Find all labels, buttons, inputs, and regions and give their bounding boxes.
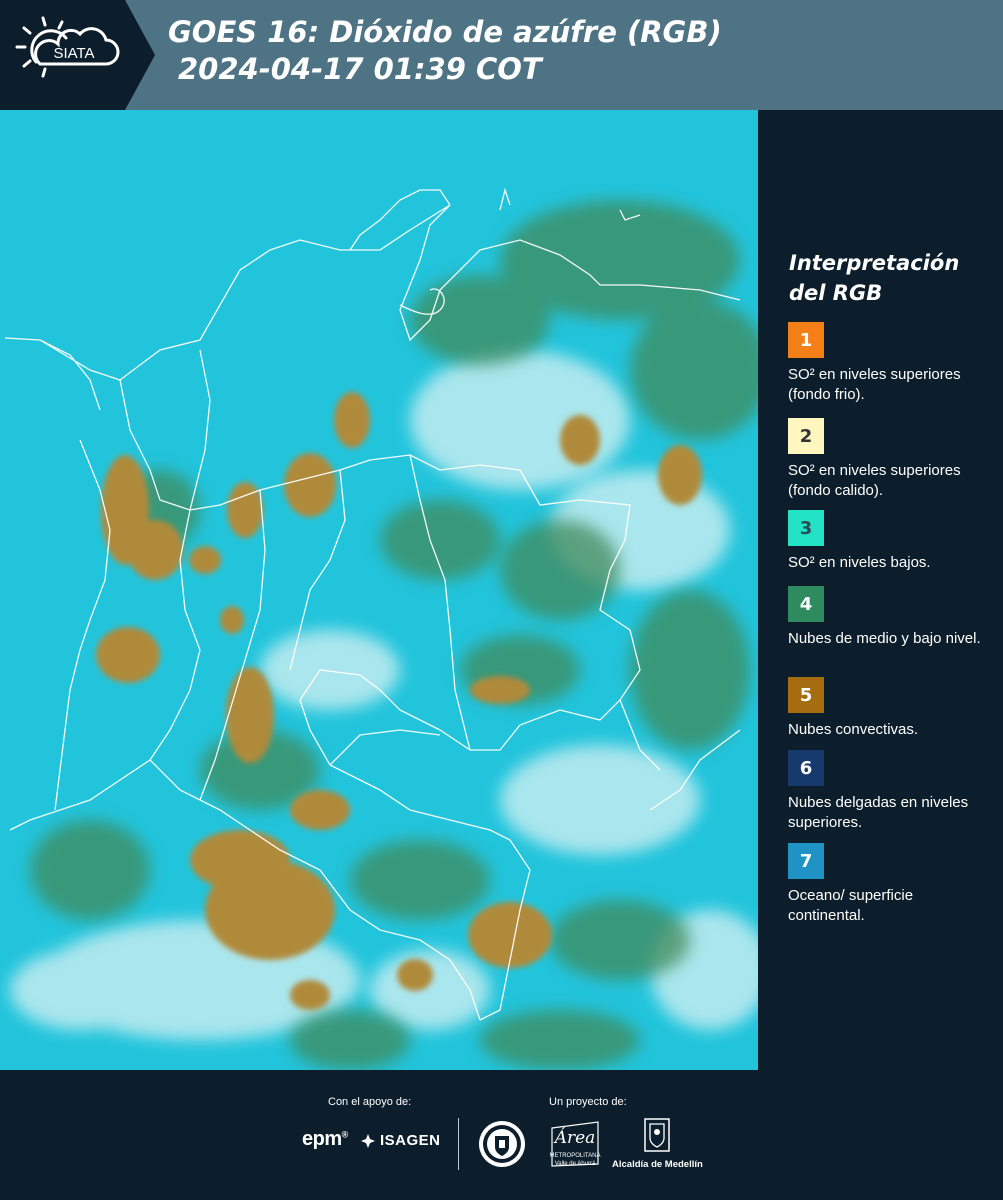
footer: Con el apoyo de: Un proyecto de: epm® IS…: [0, 1070, 1003, 1200]
legend-text-7: Oceano/ superficie continental.: [788, 887, 914, 924]
siata-sun-cloud-icon: SIATA: [15, 16, 120, 78]
legend-title: Interpretación del RGB: [789, 251, 960, 305]
alcaldia-shield-icon: [644, 1118, 670, 1152]
area-metropolitana-logo: Área METROPOLITANA Valle de Aburrá: [550, 1118, 600, 1170]
siata-logo: SIATA: [0, 0, 155, 110]
page-title: GOES 16: Dióxido de azúfre (RGB) 2024-04…: [168, 14, 722, 88]
epm-logo: epm®: [302, 1128, 348, 1150]
title-line-1: GOES 16: Dióxido de azúfre (RGB): [168, 15, 722, 49]
legend-swatch-3: 3: [788, 510, 824, 546]
legend-text-1: SO² en niveles superiores (fondo frio).: [788, 366, 961, 403]
legend-text-6: Nubes delgadas en niveles superiores.: [788, 794, 969, 831]
legend-swatch-1: 1: [788, 322, 824, 358]
legend-item-3: 3 SO² en niveles bajos.: [788, 510, 993, 573]
legend-text-4: Nubes de medio y bajo nivel.: [788, 630, 981, 647]
area-logo-sub: METROPOLITANA Valle de Aburrá: [549, 1153, 601, 1167]
legend-text-3: SO² en niveles bajos.: [788, 554, 931, 571]
header: SIATA GOES 16: Dióxido de azúfre (RGB) 2…: [0, 0, 1003, 110]
alcaldia-logo: Alcaldía de Medellín: [612, 1118, 703, 1170]
legend-swatch-7: 7: [788, 843, 824, 879]
legend-swatch-2: 2: [788, 418, 824, 454]
legend-swatch-5: 5: [788, 677, 824, 713]
legend-swatch-4: 4: [788, 586, 824, 622]
legend-item-5: 5 Nubes convectivas.: [788, 677, 993, 740]
support-label: Con el apoyo de:: [328, 1096, 412, 1108]
isagen-logo-text: ISAGEN: [380, 1132, 441, 1149]
legend-item-1: 1 SO² en niveles superiores (fondo frio)…: [788, 322, 993, 405]
legend-item-4: 4 Nubes de medio y bajo nivel.: [788, 586, 993, 649]
legend-text-5: Nubes convectivas.: [788, 721, 919, 738]
epm-logo-text: epm: [302, 1128, 342, 1150]
medellin-seal-icon: [479, 1121, 525, 1167]
title-line-2: 2024-04-17 01:39 COT: [178, 52, 542, 86]
alcaldia-text: Alcaldía de Medellín: [612, 1159, 703, 1170]
legend-text-2: SO² en niveles superiores (fondo calido)…: [788, 462, 961, 499]
medellin-seal: [478, 1120, 526, 1173]
legend-item-2: 2 SO² en niveles superiores (fondo calid…: [788, 418, 993, 501]
legend-item-6: 6 Nubes delgadas en niveles superiores.: [788, 750, 993, 833]
so2-rgb-satellite-image: [0, 110, 758, 1070]
legend-item-7: 7 Oceano/ superficie continental.: [788, 843, 993, 926]
project-label: Un proyecto de:: [549, 1096, 627, 1108]
area-logo-word: Área: [554, 1128, 596, 1148]
siata-logo-text: SIATA: [53, 45, 94, 62]
isagen-flame-icon: [361, 1133, 375, 1148]
footer-divider: [458, 1118, 459, 1170]
isagen-logo: ISAGEN: [360, 1132, 441, 1149]
satellite-map: [0, 110, 758, 1070]
legend-swatch-6: 6: [788, 750, 824, 786]
legend-panel: Interpretación del RGB 1 SO² en niveles …: [758, 110, 1003, 1070]
